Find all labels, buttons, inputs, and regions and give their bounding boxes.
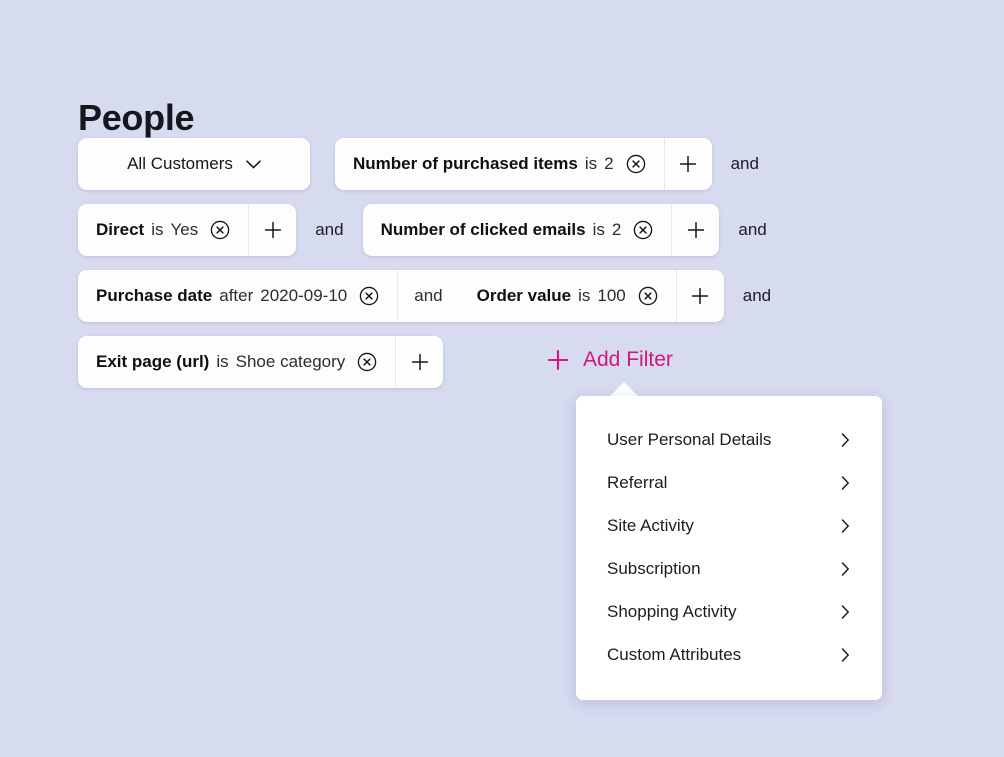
menu-item-shopping-activity[interactable]: Shopping Activity [576, 590, 882, 633]
condition-operator: is [578, 286, 591, 305]
condition-value: Shoe category [235, 352, 346, 371]
menu-item-label: Custom Attributes [607, 644, 742, 664]
remove-circle-x-icon[interactable] [626, 154, 646, 174]
condition-attribute: Number of purchased items [353, 154, 578, 173]
chevron-right-icon [841, 561, 850, 576]
add-filter-label: Add Filter [583, 348, 673, 371]
add-condition-button[interactable] [395, 336, 443, 388]
condition-operator: is [216, 352, 229, 371]
condition-operator: after [219, 286, 254, 305]
condition-operator: is [151, 220, 164, 239]
chevron-right-icon [841, 604, 850, 619]
filter-row: Direct is Yes and Number of clicked emai… [78, 204, 978, 256]
chevron-right-icon [841, 647, 850, 662]
filter-condition[interactable]: Purchase date after 2020-09-10 [78, 270, 397, 322]
add-filter-button[interactable]: Add Filter [546, 345, 673, 375]
add-condition-button[interactable] [248, 204, 296, 256]
condition-attribute: Purchase date [96, 286, 213, 305]
inner-conjunction: and [397, 270, 458, 322]
filter-rows-container: All Customers Number of purchased items … [78, 138, 978, 402]
filter-group: Direct is Yes [78, 204, 297, 256]
condition-attribute: Direct [96, 220, 145, 239]
filter-row: All Customers Number of purchased items … [78, 138, 978, 190]
add-condition-button[interactable] [671, 204, 719, 256]
plus-icon [546, 348, 570, 372]
people-segment-builder-page: People All Customers Number of purchased… [0, 0, 1004, 757]
add-condition-button[interactable] [675, 270, 724, 322]
chevron-down-icon [246, 159, 261, 169]
filter-condition[interactable]: Exit page (url) is Shoe category [78, 336, 395, 388]
menu-item-referral[interactable]: Referral [576, 461, 882, 504]
menu-item-label: Subscription [607, 558, 701, 578]
condition-attribute: Exit page (url) [96, 352, 210, 371]
menu-item-label: User Personal Details [607, 429, 772, 449]
menu-caret [609, 382, 639, 397]
condition-attribute: Order value [476, 286, 572, 305]
condition-operator: is [584, 154, 598, 173]
condition-value: 100 [597, 286, 626, 305]
filter-condition[interactable]: Direct is Yes [78, 204, 248, 256]
menu-item-site-activity[interactable]: Site Activity [576, 504, 882, 547]
filter-group: Exit page (url) is Shoe category [78, 336, 444, 388]
filter-row: Exit page (url) is Shoe category [78, 336, 978, 388]
remove-circle-x-icon[interactable] [638, 286, 658, 306]
remove-circle-x-icon[interactable] [633, 220, 653, 240]
menu-item-custom-attributes[interactable]: Custom Attributes [576, 633, 882, 676]
condition-value: Yes [170, 220, 199, 239]
filter-condition[interactable]: Number of purchased items is 2 [335, 138, 664, 190]
page-title: People [78, 97, 195, 139]
remove-circle-x-icon[interactable] [357, 352, 377, 372]
filter-condition[interactable]: Number of clicked emails is 2 [363, 204, 672, 256]
chevron-right-icon [841, 518, 850, 533]
menu-item-label: Shopping Activity [607, 601, 737, 621]
remove-circle-x-icon[interactable] [210, 220, 230, 240]
condition-operator: is [592, 220, 605, 239]
audience-select-label: All Customers [127, 154, 233, 173]
add-condition-button[interactable] [663, 138, 712, 190]
condition-value: 2 [604, 154, 614, 173]
filter-category-menu: User Personal Details Referral Site Acti… [576, 396, 882, 700]
filter-row: Purchase date after 2020-09-10 and Order… [78, 270, 978, 322]
row-conjunction: and [738, 220, 767, 239]
row-conjunction: and [730, 154, 759, 173]
condition-value: 2020-09-10 [260, 286, 348, 305]
condition-attribute: Number of clicked emails [380, 220, 586, 239]
condition-value: 2 [611, 220, 622, 239]
menu-item-user-personal-details[interactable]: User Personal Details [576, 418, 882, 461]
menu-item-label: Site Activity [607, 515, 694, 535]
chevron-right-icon [841, 432, 850, 447]
chevron-right-icon [841, 475, 850, 490]
group-conjunction: and [315, 220, 344, 239]
menu-item-subscription[interactable]: Subscription [576, 547, 882, 590]
row-conjunction: and [742, 286, 772, 305]
menu-item-label: Referral [607, 472, 668, 492]
audience-select[interactable]: All Customers [78, 138, 310, 190]
filter-group: Number of clicked emails is 2 [362, 204, 720, 256]
remove-circle-x-icon[interactable] [359, 286, 379, 306]
filter-group: Number of purchased items is 2 [335, 138, 712, 190]
filter-condition[interactable]: Order value is 100 [459, 270, 676, 322]
filter-group: Purchase date after 2020-09-10 and Order… [78, 270, 724, 322]
